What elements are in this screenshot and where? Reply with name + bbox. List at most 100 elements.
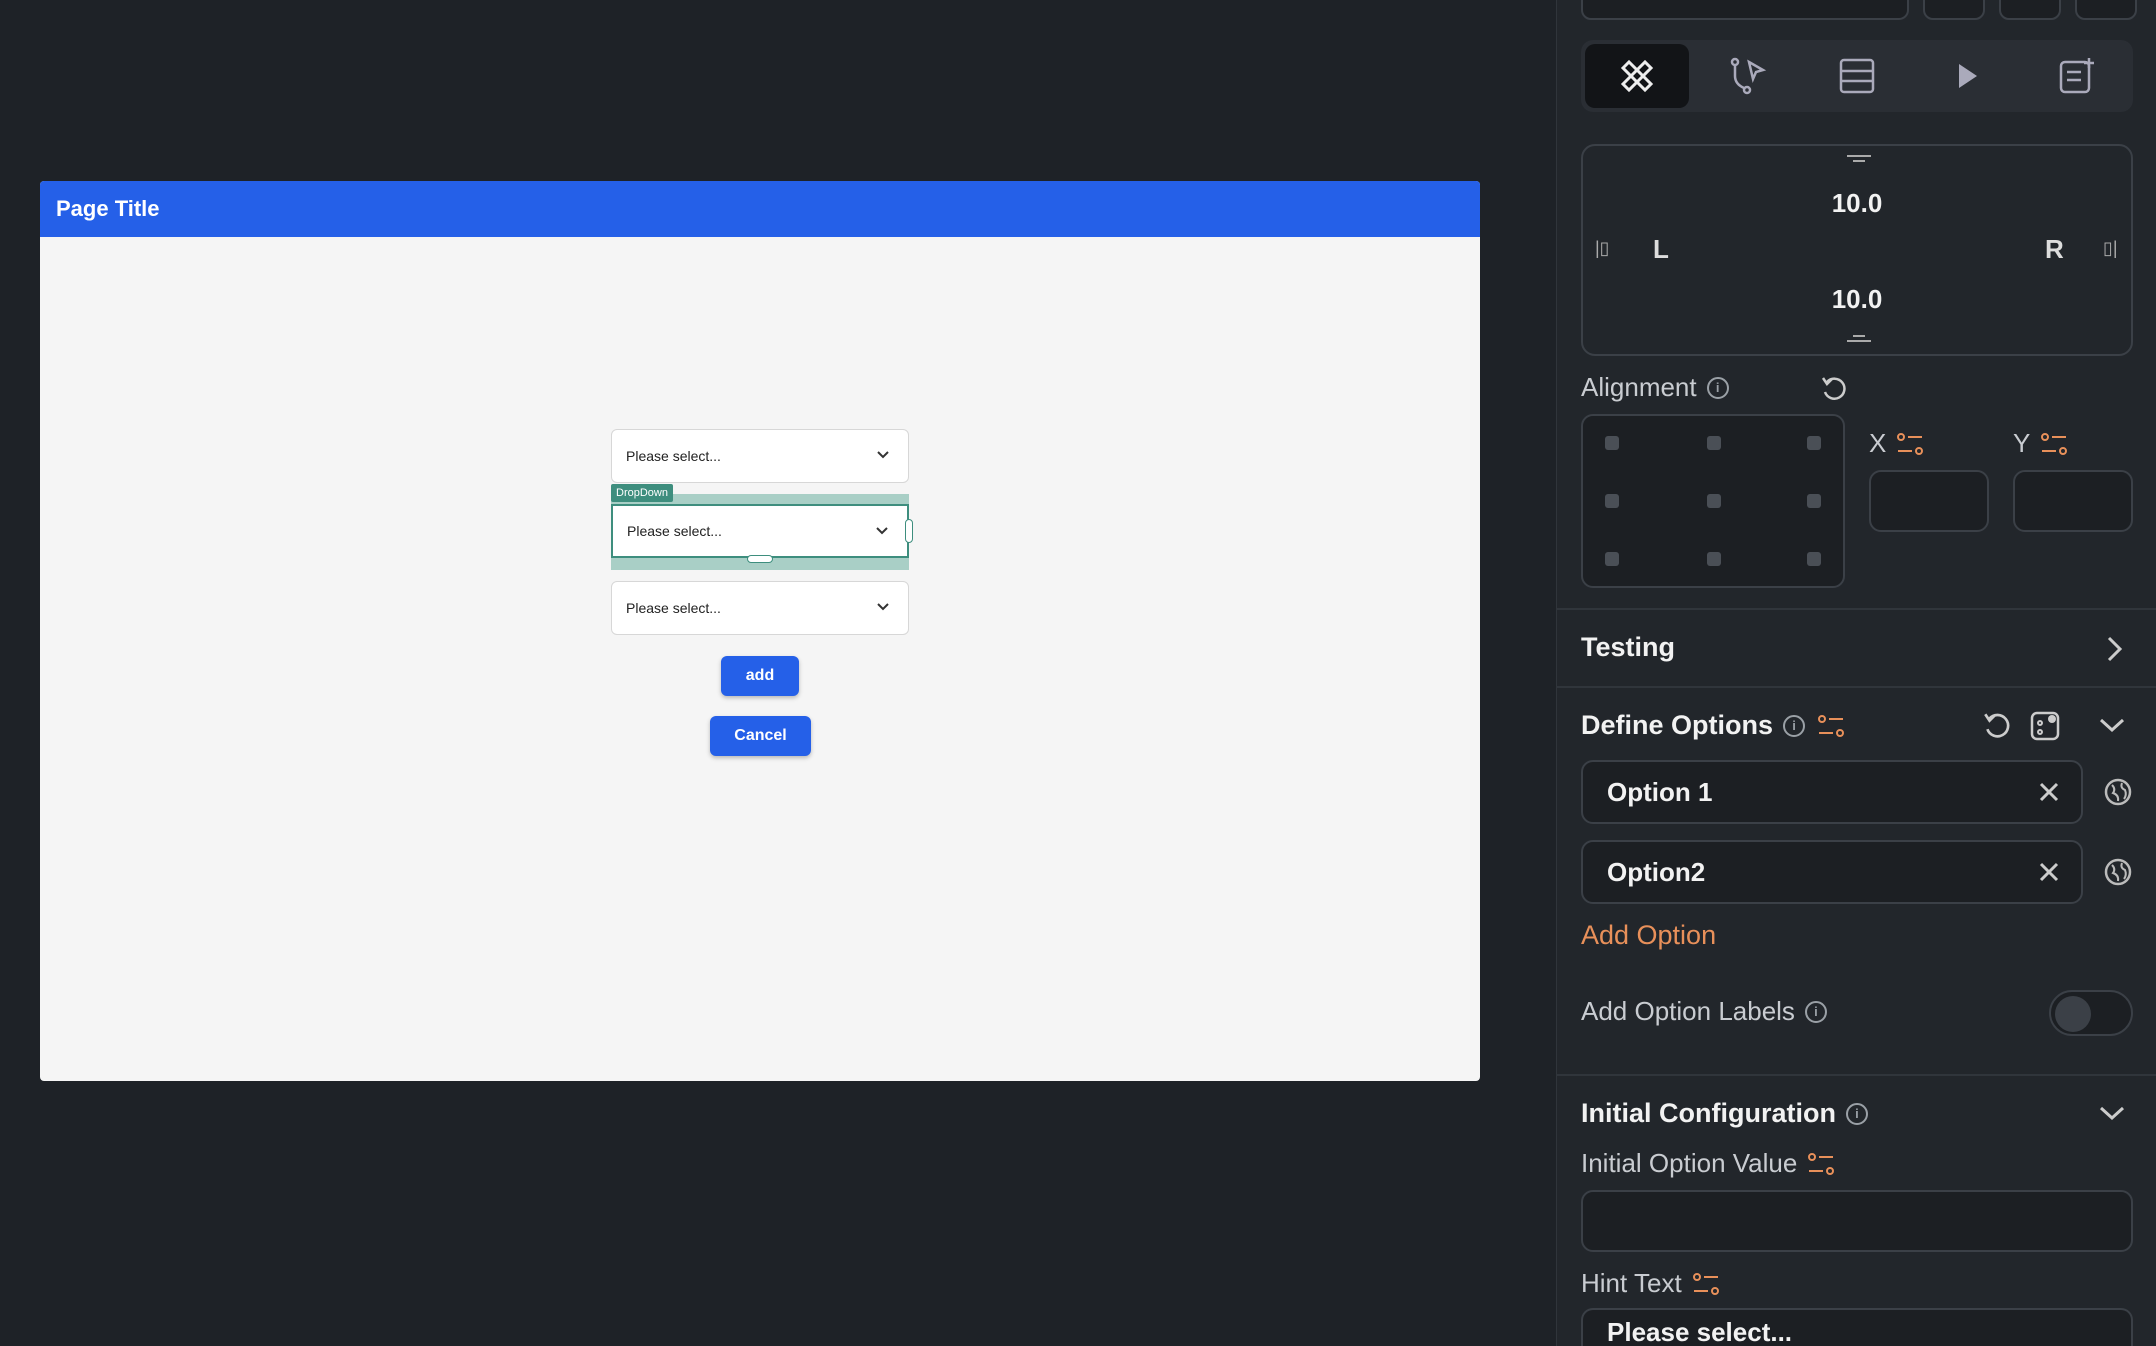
properties-panel[interactable]: 10.0 |▯ L R ▯| 10.0 Alignment i X Y Test… xyxy=(1556,0,2156,1346)
drag-handle-right-icon[interactable]: ▯| xyxy=(2103,238,2118,259)
drag-handle-bottom-icon[interactable] xyxy=(1847,334,1871,344)
padding-editor[interactable]: 10.0 |▯ L R ▯| 10.0 xyxy=(1581,144,2133,356)
y-label-row: Y xyxy=(2013,428,2068,459)
padding-bottom-value[interactable]: 10.0 xyxy=(1583,284,2131,315)
chevron-right-icon[interactable] xyxy=(2105,634,2125,664)
align-top-left[interactable] xyxy=(1605,436,1619,450)
close-icon[interactable] xyxy=(2035,778,2063,806)
hint-text-label: Hint Text xyxy=(1581,1268,1682,1298)
add-option-labels-label: Add Option Labels xyxy=(1581,996,1795,1026)
testing-section-title[interactable]: Testing xyxy=(1581,632,1675,663)
variable-icon[interactable] xyxy=(1817,713,1845,739)
align-bottom-left[interactable] xyxy=(1605,552,1619,566)
dropdown-placeholder: Please select... xyxy=(626,448,721,464)
dropdown-2-selected[interactable]: Please select... xyxy=(611,504,909,558)
define-options-title: Define Options xyxy=(1581,710,1774,740)
initial-option-value-label: Initial Option Value xyxy=(1581,1148,1798,1178)
widget-name-field[interactable] xyxy=(1581,0,1909,20)
top-toolbar xyxy=(1581,0,2137,20)
add-button[interactable]: add xyxy=(721,656,799,696)
globe-icon[interactable] xyxy=(2103,777,2133,807)
add-note-icon xyxy=(2059,58,2094,94)
chevron-down-icon[interactable] xyxy=(2097,1102,2127,1124)
toolbar-button[interactable] xyxy=(1999,0,2061,20)
backend-query-icon xyxy=(1839,58,1875,94)
define-options-header: Define Options i xyxy=(1581,710,1845,741)
variable-icon[interactable] xyxy=(1807,1151,1835,1177)
x-input[interactable] xyxy=(1869,470,1989,532)
hint-text-input[interactable]: Please select... xyxy=(1581,1308,2133,1346)
option-field-2[interactable]: Option2 xyxy=(1581,840,2083,904)
info-icon[interactable]: i xyxy=(1845,1102,1868,1125)
add-option-link[interactable]: Add Option xyxy=(1581,920,1716,951)
variable-icon[interactable] xyxy=(1692,1271,1720,1297)
initial-config-header: Initial Configuration i xyxy=(1581,1098,1868,1129)
resize-handle-right[interactable] xyxy=(905,519,913,543)
toolbar-button[interactable] xyxy=(2075,0,2137,20)
app-bar[interactable]: Page Title xyxy=(40,181,1480,237)
dropdown-1[interactable]: Please select... xyxy=(611,429,909,483)
page-title: Page Title xyxy=(56,196,160,221)
run-icon xyxy=(1959,64,1977,88)
align-top-right[interactable] xyxy=(1807,436,1821,450)
backend-query-tab[interactable] xyxy=(1805,44,1909,108)
run-tab[interactable] xyxy=(1915,44,2019,108)
align-bottom-right[interactable] xyxy=(1807,552,1821,566)
chevron-down-icon xyxy=(876,527,888,535)
info-icon[interactable]: i xyxy=(1783,714,1806,737)
drag-handle-top-icon[interactable] xyxy=(1847,154,1871,164)
add-note-tab[interactable] xyxy=(2025,44,2129,108)
variable-icon[interactable] xyxy=(1896,431,1924,457)
alignment-label: Alignment xyxy=(1581,372,1697,402)
reset-icon[interactable] xyxy=(1981,710,2013,742)
align-center-left[interactable] xyxy=(1605,494,1619,508)
x-label-row: X xyxy=(1869,428,1924,459)
drag-handle-left-icon[interactable]: |▯ xyxy=(1595,238,1610,259)
align-center-right[interactable] xyxy=(1807,494,1821,508)
initial-config-title: Initial Configuration xyxy=(1581,1098,1836,1128)
info-icon[interactable]: i xyxy=(1804,1000,1827,1023)
page-preview[interactable]: Page Title Please select... Please selec… xyxy=(40,181,1480,1081)
close-icon[interactable] xyxy=(2035,858,2063,886)
info-icon[interactable]: i xyxy=(1706,376,1729,399)
design-canvas[interactable]: Page Title Please select... Please selec… xyxy=(0,0,1556,1346)
initial-option-value-input[interactable] xyxy=(1581,1190,2133,1252)
alignment-grid[interactable] xyxy=(1581,414,1845,588)
dropdown-3[interactable]: Please select... xyxy=(611,581,909,635)
dropdown-placeholder: Please select... xyxy=(627,523,722,539)
chevron-down-icon xyxy=(877,603,889,611)
y-input[interactable] xyxy=(2013,470,2133,532)
chevron-down-icon xyxy=(877,451,889,459)
divider xyxy=(1557,608,2156,610)
options-settings-icon[interactable] xyxy=(2029,710,2061,742)
add-option-labels-toggle[interactable] xyxy=(2049,990,2133,1036)
reset-icon[interactable] xyxy=(1819,374,1849,404)
initial-option-value-row: Initial Option Value xyxy=(1581,1148,1835,1179)
selection-tag: DropDown xyxy=(611,484,673,502)
actions-tab[interactable] xyxy=(1695,44,1799,108)
divider xyxy=(1557,1074,2156,1076)
chevron-down-icon[interactable] xyxy=(2097,714,2127,736)
resize-handle-bottom[interactable] xyxy=(747,555,773,563)
toggle-knob xyxy=(2055,996,2091,1032)
align-top-center[interactable] xyxy=(1707,436,1721,450)
padding-right-label: R xyxy=(2045,234,2064,264)
y-label: Y xyxy=(2013,428,2031,458)
align-center[interactable] xyxy=(1707,494,1721,508)
dropdown-placeholder: Please select... xyxy=(626,600,721,616)
align-bottom-center[interactable] xyxy=(1707,552,1721,566)
toolbar-button[interactable] xyxy=(1923,0,1985,20)
actions-icon xyxy=(1730,57,1767,95)
alignment-header: Alignment i xyxy=(1581,372,1729,403)
design-icon xyxy=(1620,59,1654,93)
x-label: X xyxy=(1869,428,1887,458)
padding-top-value[interactable]: 10.0 xyxy=(1583,188,2131,219)
option-value: Option2 xyxy=(1607,856,1706,887)
option-field-1[interactable]: Option 1 xyxy=(1581,760,2083,824)
divider xyxy=(1557,686,2156,688)
variable-icon[interactable] xyxy=(2040,431,2068,457)
globe-icon[interactable] xyxy=(2103,857,2133,887)
hint-text-row: Hint Text xyxy=(1581,1268,1720,1299)
cancel-button[interactable]: Cancel xyxy=(710,716,811,756)
design-tab[interactable] xyxy=(1585,44,1689,108)
